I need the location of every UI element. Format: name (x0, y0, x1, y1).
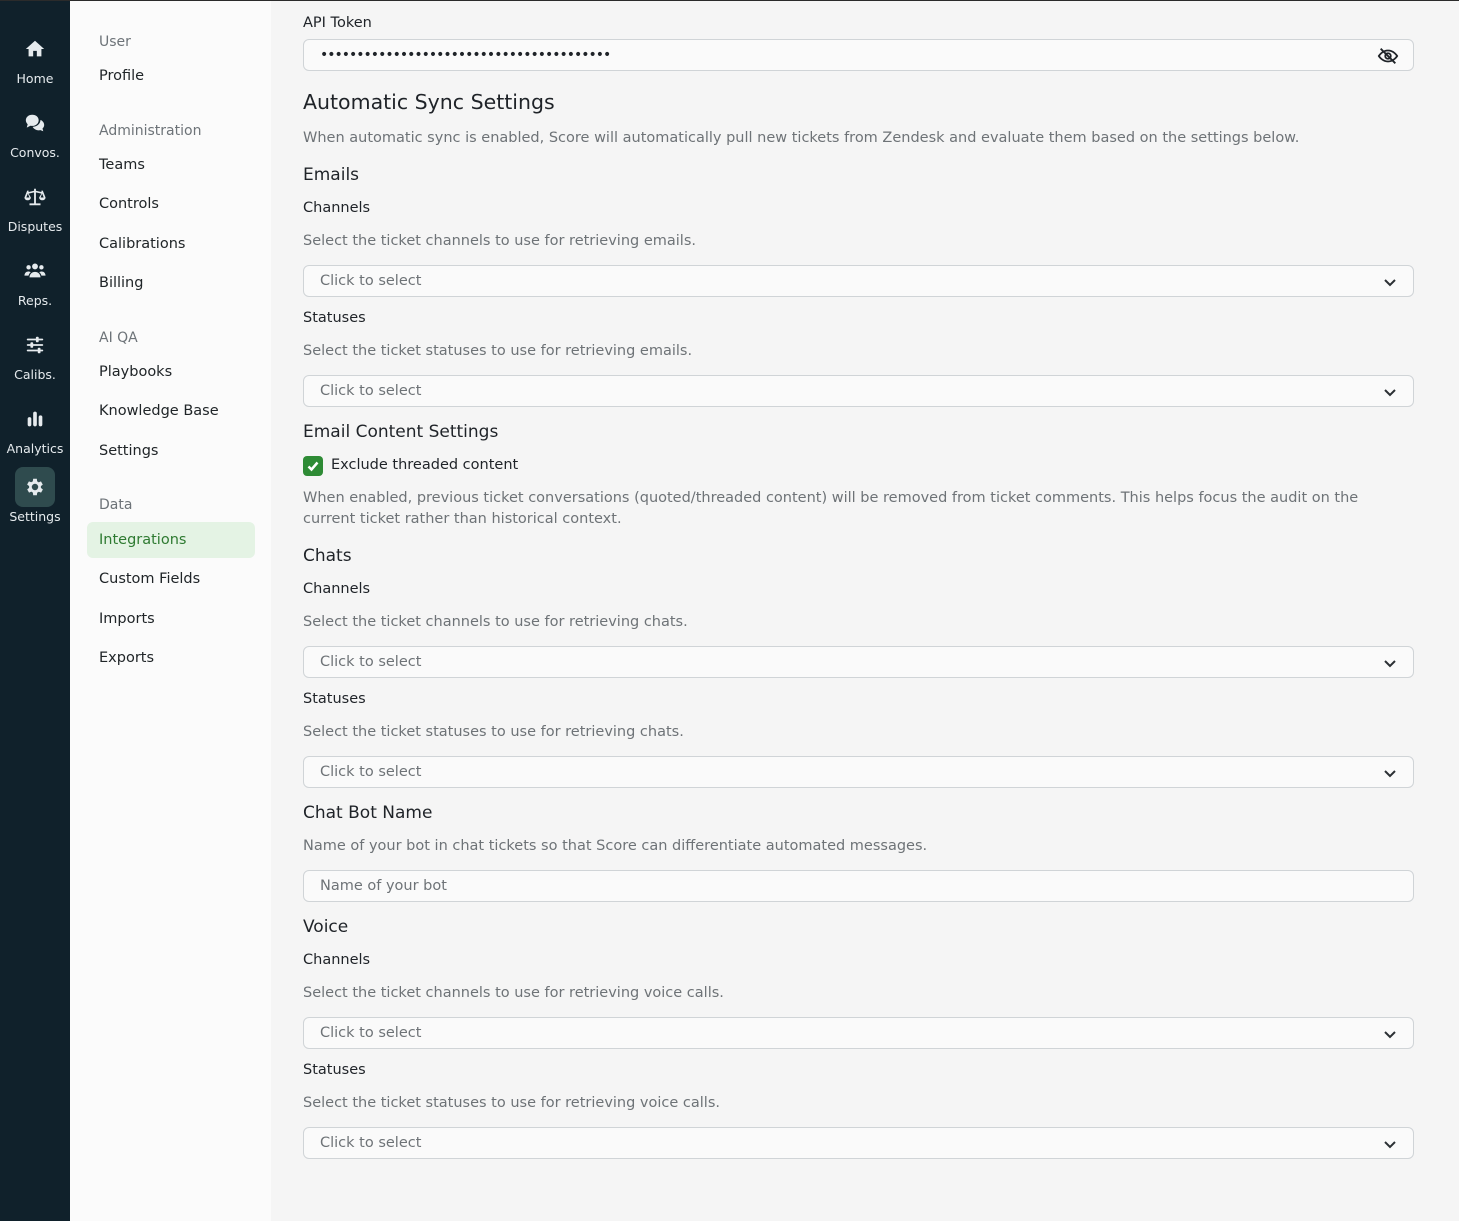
emails-statuses-placeholder: Click to select (320, 383, 422, 399)
nav-group-administration: Administration (99, 123, 202, 139)
chevron-down-icon (1383, 1137, 1397, 1151)
nav-item-teams[interactable]: Teams (87, 147, 255, 183)
rail-label: Disputes (7, 219, 63, 234)
chats-channels-placeholder: Click to select (320, 654, 422, 670)
nav-group-data: Data (99, 497, 133, 513)
nav-item-calibrations[interactable]: Calibrations (87, 226, 255, 262)
sliders-icon (15, 325, 55, 365)
emails-statuses-help: Select the ticket statuses to use for re… (303, 343, 693, 359)
rail-label: Reps. (17, 293, 53, 308)
nav-item-controls[interactable]: Controls (87, 186, 255, 222)
nav-group-user: User (99, 34, 131, 50)
voice-channels-placeholder: Click to select (320, 1025, 422, 1041)
nav-group-ai-qa: AI QA (99, 330, 138, 346)
voice-channels-select[interactable]: Click to select (303, 1017, 1414, 1049)
rail-disputes[interactable]: Disputes (0, 177, 70, 247)
chat-bot-name-title: Chat Bot Name (303, 803, 433, 823)
emails-channels-help: Select the ticket channels to use for re… (303, 233, 696, 249)
rail-analytics[interactable]: Analytics (0, 399, 70, 469)
api-token-label: API Token (303, 15, 372, 31)
voice-statuses-help: Select the ticket statuses to use for re… (303, 1095, 720, 1111)
voice-statuses-placeholder: Click to select (320, 1135, 422, 1151)
chevron-down-icon (1383, 275, 1397, 289)
emails-channels-placeholder: Click to select (320, 273, 422, 289)
chats-section-title: Chats (303, 546, 352, 566)
sync-settings-description: When automatic sync is enabled, Score wi… (303, 130, 1300, 146)
emails-section-title: Emails (303, 165, 360, 185)
chats-channels-help: Select the ticket channels to use for re… (303, 614, 688, 630)
rail-label: Convos. (10, 145, 60, 160)
rail-label: Calibs. (14, 367, 56, 382)
chat-bot-name-input[interactable]: Name of your bot (303, 870, 1414, 902)
home-icon (15, 29, 55, 69)
api-token-field[interactable]: •••••••••••••••••••••••••••••••••••••••• (303, 39, 1414, 71)
voice-statuses-select[interactable]: Click to select (303, 1127, 1414, 1159)
chevron-down-icon (1383, 766, 1397, 780)
nav-item-integrations[interactable]: Integrations (87, 522, 255, 558)
api-token-value: •••••••••••••••••••••••••••••••••••••••• (320, 47, 611, 63)
exclude-threaded-checkbox[interactable] (303, 456, 323, 476)
emails-statuses-select[interactable]: Click to select (303, 375, 1414, 407)
bar-chart-icon (15, 399, 55, 439)
chevron-down-icon (1383, 656, 1397, 670)
rail-convos[interactable]: Convos. (0, 103, 70, 173)
chats-statuses-help: Select the ticket statuses to use for re… (303, 724, 684, 740)
emails-channels-label: Channels (303, 200, 371, 216)
check-icon (307, 461, 319, 472)
voice-section-title: Voice (303, 917, 349, 937)
nav-item-settings[interactable]: Settings (87, 433, 255, 469)
rail-label: Settings (9, 509, 61, 524)
chats-statuses-label: Statuses (303, 691, 366, 707)
chats-statuses-placeholder: Click to select (320, 764, 422, 780)
nav-item-imports[interactable]: Imports (87, 601, 255, 637)
sync-settings-title: Automatic Sync Settings (303, 90, 555, 114)
eye-off-icon[interactable] (1377, 45, 1399, 67)
nav-item-playbooks[interactable]: Playbooks (87, 354, 255, 390)
rail-settings[interactable]: Settings (0, 467, 70, 537)
exclude-threaded-help: When enabled, previous ticket conversati… (303, 490, 1359, 527)
chat-icon (15, 103, 55, 143)
rail-calibs[interactable]: Calibs. (0, 325, 70, 395)
voice-channels-label: Channels (303, 952, 371, 968)
exclude-threaded-label[interactable]: Exclude threaded content (331, 457, 518, 473)
scale-icon (15, 177, 55, 217)
gear-icon (15, 467, 55, 507)
rail-label: Home (16, 71, 54, 86)
chats-channels-label: Channels (303, 581, 371, 597)
icon-rail: Home Convos. Disputes Reps. Calibs. Anal… (0, 1, 70, 1221)
nav-item-exports[interactable]: Exports (87, 640, 255, 676)
chat-bot-name-placeholder: Name of your bot (320, 878, 447, 894)
chats-channels-select[interactable]: Click to select (303, 646, 1414, 678)
voice-channels-help: Select the ticket channels to use for re… (303, 985, 724, 1001)
emails-statuses-label: Statuses (303, 310, 366, 326)
emails-channels-select[interactable]: Click to select (303, 265, 1414, 297)
nav-item-custom-fields[interactable]: Custom Fields (87, 561, 255, 597)
email-content-title: Email Content Settings (303, 422, 499, 442)
nav-item-billing[interactable]: Billing (87, 265, 255, 301)
voice-statuses-label: Statuses (303, 1062, 366, 1078)
chevron-down-icon (1383, 1027, 1397, 1041)
settings-nav: User Profile Administration Teams Contro… (70, 1, 271, 1221)
nav-item-profile[interactable]: Profile (87, 58, 255, 94)
rail-reps[interactable]: Reps. (0, 251, 70, 321)
chats-statuses-select[interactable]: Click to select (303, 756, 1414, 788)
chat-bot-name-help: Name of your bot in chat tickets so that… (303, 838, 928, 854)
users-icon (15, 251, 55, 291)
nav-item-knowledge-base[interactable]: Knowledge Base (87, 393, 255, 429)
rail-home[interactable]: Home (0, 29, 70, 99)
rail-label: Analytics (6, 441, 64, 456)
chevron-down-icon (1383, 385, 1397, 399)
